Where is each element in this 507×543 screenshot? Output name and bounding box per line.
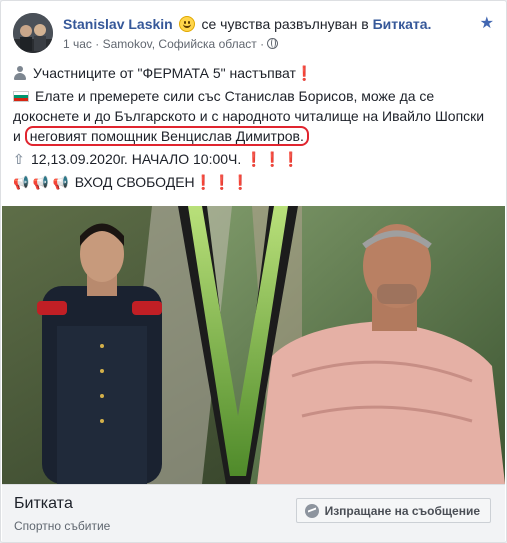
post-location[interactable]: Samokov, Софийска област [103,37,257,51]
meta-separator: · [95,37,100,51]
up-arrow-icon: ⇧ [13,151,25,167]
post-header: Stanislav Laskin се чувства развълнуван … [13,13,494,57]
excited-emoji-icon [178,16,195,32]
send-message-button[interactable]: Изпращане на съобщение [295,498,491,523]
text-line-2: Елате и премерете сили със Станислав Бор… [13,88,485,146]
event-footer: Биткатa Спортно събитие Изпращане на съо… [2,484,505,542]
post-card: Stanislav Laskin се чувства развълнуван … [0,0,507,543]
post-text: Участниците от "ФЕРМАТА 5" настъпват❗ Ел… [13,63,494,196]
text-line-4: 📢 📢 📢 ВХОД СВОБОДЕН❗❗❗ [13,172,494,193]
bulgaria-flag-icon [13,91,29,102]
in-word: в [361,16,369,32]
megaphone-icons: 📢 📢 📢 [13,175,69,190]
event-cover-photo[interactable] [2,206,505,484]
exclamation-icons: ❗❗❗ [245,151,301,167]
post-title-line: Stanislav Laskin се чувства развълнуван … [63,16,431,32]
author-name[interactable]: Stanislav Laskin [63,16,173,32]
text-line-1: Участниците от "ФЕРМАТА 5" настъпват❗ [13,63,494,83]
place-link[interactable]: Биткатa. [373,16,432,32]
avatar[interactable] [13,13,53,53]
person-icon [13,66,27,80]
event-subtitle: Спортно събитие [14,519,111,533]
post-time[interactable]: 1 час [63,37,92,51]
post-meta: 1 час · Samokov, Софийска област · [63,37,279,51]
messenger-icon [304,503,319,518]
star-icon[interactable]: ★ [480,13,494,33]
send-message-label: Изпращане на съобщение [324,503,480,518]
text-line-3: ⇧ 12,13.09.2020г. НАЧАЛО 10:00Ч. ❗❗❗ [13,151,301,167]
globe-icon[interactable] [267,38,279,49]
circled-highlight: неговият помощник Венцислав Димитров. [24,126,309,146]
exclamation-icon: ❗ [295,65,315,81]
feeling-text: се чувства развълнуван [201,16,358,32]
meta-separator: · [260,37,265,51]
event-title[interactable]: Биткатa [14,495,73,513]
exclamation-icons: ❗❗❗ [194,174,250,190]
